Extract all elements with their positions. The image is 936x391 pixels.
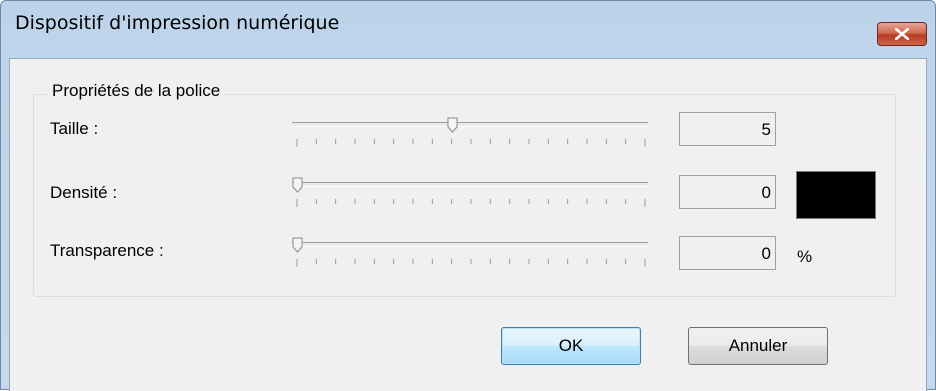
- dialog-window: Dispositif d'impression numérique Propri…: [0, 0, 936, 391]
- window-title: Dispositif d'impression numérique: [15, 12, 340, 34]
- slider-track: [292, 122, 648, 127]
- size-slider[interactable]: [290, 117, 652, 153]
- percent-unit: %: [797, 247, 813, 266]
- slider-ticks: [296, 199, 646, 207]
- density-slider[interactable]: [290, 177, 652, 213]
- title-bar: Dispositif d'impression numérique: [1, 1, 935, 46]
- dialog-client-area: Propriétés de la police Taille : 5 Densi…: [9, 58, 927, 391]
- slider-thumb[interactable]: [292, 237, 303, 253]
- group-label: Propriétés de la police: [48, 81, 225, 101]
- ok-button[interactable]: OK: [501, 327, 641, 365]
- slider-thumb[interactable]: [447, 117, 458, 133]
- close-x-icon: [895, 28, 909, 40]
- transparency-value-field[interactable]: 0: [679, 236, 776, 270]
- cancel-button[interactable]: Annuler: [688, 327, 828, 365]
- slider-ticks: [296, 139, 646, 147]
- slider-track: [292, 182, 648, 187]
- transparency-label: Transparence :: [50, 241, 164, 260]
- slider-thumb[interactable]: [292, 177, 303, 193]
- transparency-slider[interactable]: [290, 237, 652, 273]
- density-color-swatch[interactable]: [796, 171, 876, 219]
- density-label: Densité :: [50, 183, 118, 202]
- size-value-field[interactable]: 5: [679, 112, 776, 146]
- slider-track: [292, 242, 648, 247]
- density-value-field[interactable]: 0: [679, 175, 776, 209]
- size-label: Taille :: [50, 119, 99, 138]
- slider-ticks: [296, 259, 646, 267]
- close-button[interactable]: [877, 22, 927, 46]
